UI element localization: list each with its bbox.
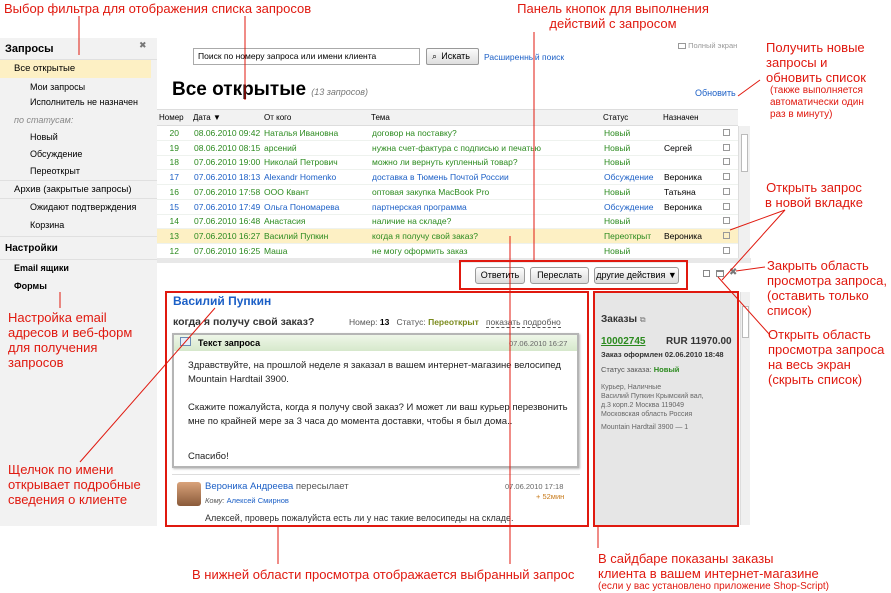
line-close xyxy=(735,266,766,272)
line-refresh xyxy=(737,79,761,97)
line-new-tab xyxy=(729,209,786,231)
line-client xyxy=(79,307,216,463)
line-fullscreen xyxy=(717,276,771,336)
line-new-tab-2 xyxy=(721,209,786,281)
annotation-lines xyxy=(59,16,786,564)
